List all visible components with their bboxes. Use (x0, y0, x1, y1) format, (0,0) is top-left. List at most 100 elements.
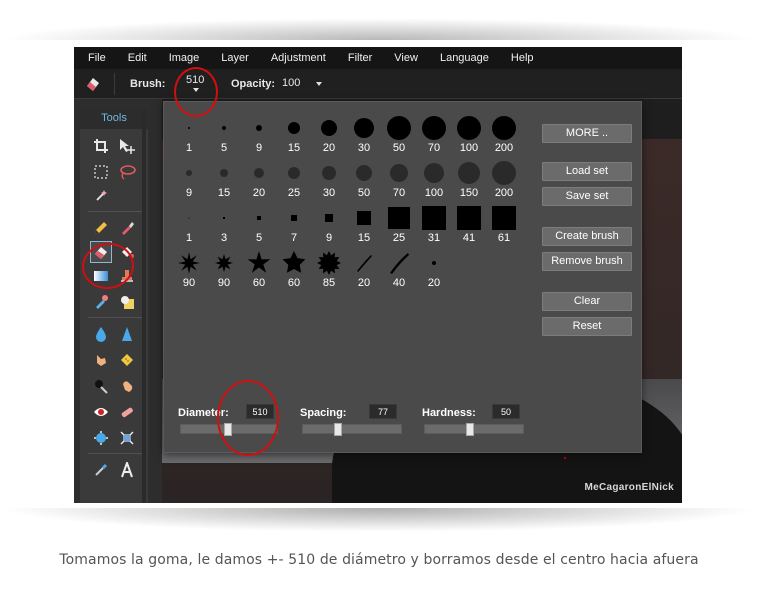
brush-size-label: 90 (217, 277, 231, 289)
brush-preset[interactable]: 90 (172, 249, 206, 289)
menu-edit[interactable]: Edit (117, 52, 158, 64)
brush-tool[interactable] (116, 217, 138, 239)
brush-preset[interactable]: 9 (172, 159, 206, 199)
clear-button[interactable]: Clear (542, 292, 632, 311)
magic-wand-icon (96, 190, 107, 201)
brush-preset[interactable]: 15 (277, 114, 311, 154)
brush-preset[interactable]: 15 (207, 159, 241, 199)
brush-preset[interactable]: 5 (207, 114, 241, 154)
brush-preset[interactable]: 15 (347, 204, 381, 244)
menu-language[interactable]: Language (429, 52, 500, 64)
hardness-value[interactable]: 50 (492, 404, 520, 419)
brush-preset[interactable]: 9 (312, 204, 346, 244)
drawing-tool[interactable] (116, 291, 138, 313)
tools-scrollbar[interactable] (142, 109, 146, 503)
options-separator (114, 73, 115, 95)
red-eye-tool[interactable] (90, 401, 112, 423)
opacity-dropdown-icon[interactable] (316, 82, 322, 86)
brush-preset[interactable]: 90 (207, 249, 241, 289)
brush-preset[interactable]: 20 (347, 249, 381, 289)
brush-preset[interactable]: 100 (417, 159, 451, 199)
brush-size-label: 61 (497, 232, 511, 244)
opacity-label: Opacity: (231, 78, 276, 90)
brush-preset[interactable]: 9 (242, 114, 276, 154)
brush-preset[interactable]: 7 (277, 204, 311, 244)
spacing-slider[interactable] (302, 423, 402, 436)
brush-preset[interactable]: 150 (452, 159, 486, 199)
sponge-icon (121, 354, 133, 366)
brush-preset[interactable]: 31 (417, 204, 451, 244)
brush-preset[interactable]: 3 (207, 204, 241, 244)
hardness-slider[interactable] (424, 423, 524, 436)
burn-tool[interactable] (116, 375, 138, 397)
brush-preset[interactable]: 50 (347, 159, 381, 199)
bloat-tool[interactable] (90, 427, 112, 449)
brush-preset[interactable]: 70 (382, 159, 416, 199)
menu-image[interactable]: Image (158, 52, 211, 64)
move-tool[interactable] (116, 135, 138, 157)
brush-preset[interactable]: 200 (487, 114, 521, 154)
brush-preset[interactable]: 200 (487, 159, 521, 199)
brush-tip-icon (223, 217, 225, 219)
load-set-button[interactable]: Load set (542, 162, 632, 181)
brush-preset[interactable]: 100 (452, 114, 486, 154)
brush-preset[interactable]: 25 (382, 204, 416, 244)
lasso-tool[interactable] (116, 161, 138, 183)
create-brush-button[interactable]: Create brush (542, 227, 632, 246)
pinch-tool[interactable] (116, 427, 138, 449)
brush-preset[interactable]: 70 (417, 114, 451, 154)
brush-preset[interactable]: 60 (242, 249, 276, 289)
brush-preset[interactable]: 30 (347, 114, 381, 154)
brush-preset[interactable]: 60 (277, 249, 311, 289)
crop-tool[interactable] (90, 135, 112, 157)
dodge-tool[interactable] (90, 375, 112, 397)
type-tool[interactable] (116, 459, 138, 481)
more-brushes-button[interactable]: MORE .. (542, 124, 632, 143)
menu-view[interactable]: View (383, 52, 429, 64)
brush-preset[interactable]: 5 (242, 204, 276, 244)
brush-size-label: 30 (322, 187, 336, 199)
menu-help[interactable]: Help (500, 52, 545, 64)
brush-preset[interactable]: 20 (242, 159, 276, 199)
spot-heal-tool[interactable] (116, 401, 138, 423)
brush-preset[interactable]: 20 (312, 114, 346, 154)
menu-adjustment[interactable]: Adjustment (260, 52, 337, 64)
sponge-tool[interactable] (116, 349, 138, 371)
brush-preset[interactable]: 20 (417, 249, 451, 289)
pencil-tool[interactable] (90, 217, 112, 239)
color-replace-tool[interactable] (90, 291, 112, 313)
color-picker-tool[interactable] (90, 459, 112, 481)
brush-tip-icon (424, 163, 444, 183)
smudge-tool[interactable] (90, 349, 112, 371)
brush-tip-icon (354, 118, 374, 138)
brush-preset[interactable]: 41 (452, 204, 486, 244)
tools-panel: Tools (80, 109, 148, 503)
brush-tip-icon (215, 254, 233, 272)
brush-preset[interactable]: 40 (382, 249, 416, 289)
brush-preset[interactable]: 30 (312, 159, 346, 199)
brush-preset[interactable]: 61 (487, 204, 521, 244)
brush-preset[interactable]: 1 (172, 204, 206, 244)
eyedropper-icon (95, 463, 108, 476)
spacing-value[interactable]: 77 (369, 404, 397, 419)
brush-preset[interactable]: 50 (382, 114, 416, 154)
menu-layer[interactable]: Layer (210, 52, 260, 64)
marquee-tool[interactable] (90, 161, 112, 183)
blur-tool[interactable] (90, 323, 112, 345)
save-set-button[interactable]: Save set (542, 187, 632, 206)
brush-preset[interactable]: 25 (277, 159, 311, 199)
menu-filter[interactable]: Filter (337, 52, 383, 64)
hardness-slider-thumb[interactable] (466, 423, 474, 436)
magic-wand-tool[interactable] (90, 185, 112, 207)
brush-preset[interactable]: 1 (172, 114, 206, 154)
brush-preset[interactable]: 85 (312, 249, 346, 289)
reset-button[interactable]: Reset (542, 317, 632, 336)
opacity-value[interactable]: 100 (282, 77, 300, 89)
brush-size-label: 20 (357, 277, 371, 289)
remove-brush-button[interactable]: Remove brush (542, 252, 632, 271)
menu-file[interactable]: File (74, 52, 117, 64)
spacing-slider-thumb[interactable] (334, 423, 342, 436)
brush-size-label: 15 (217, 187, 231, 199)
brush-size-label: 60 (287, 277, 301, 289)
sharpen-tool[interactable] (116, 323, 138, 345)
